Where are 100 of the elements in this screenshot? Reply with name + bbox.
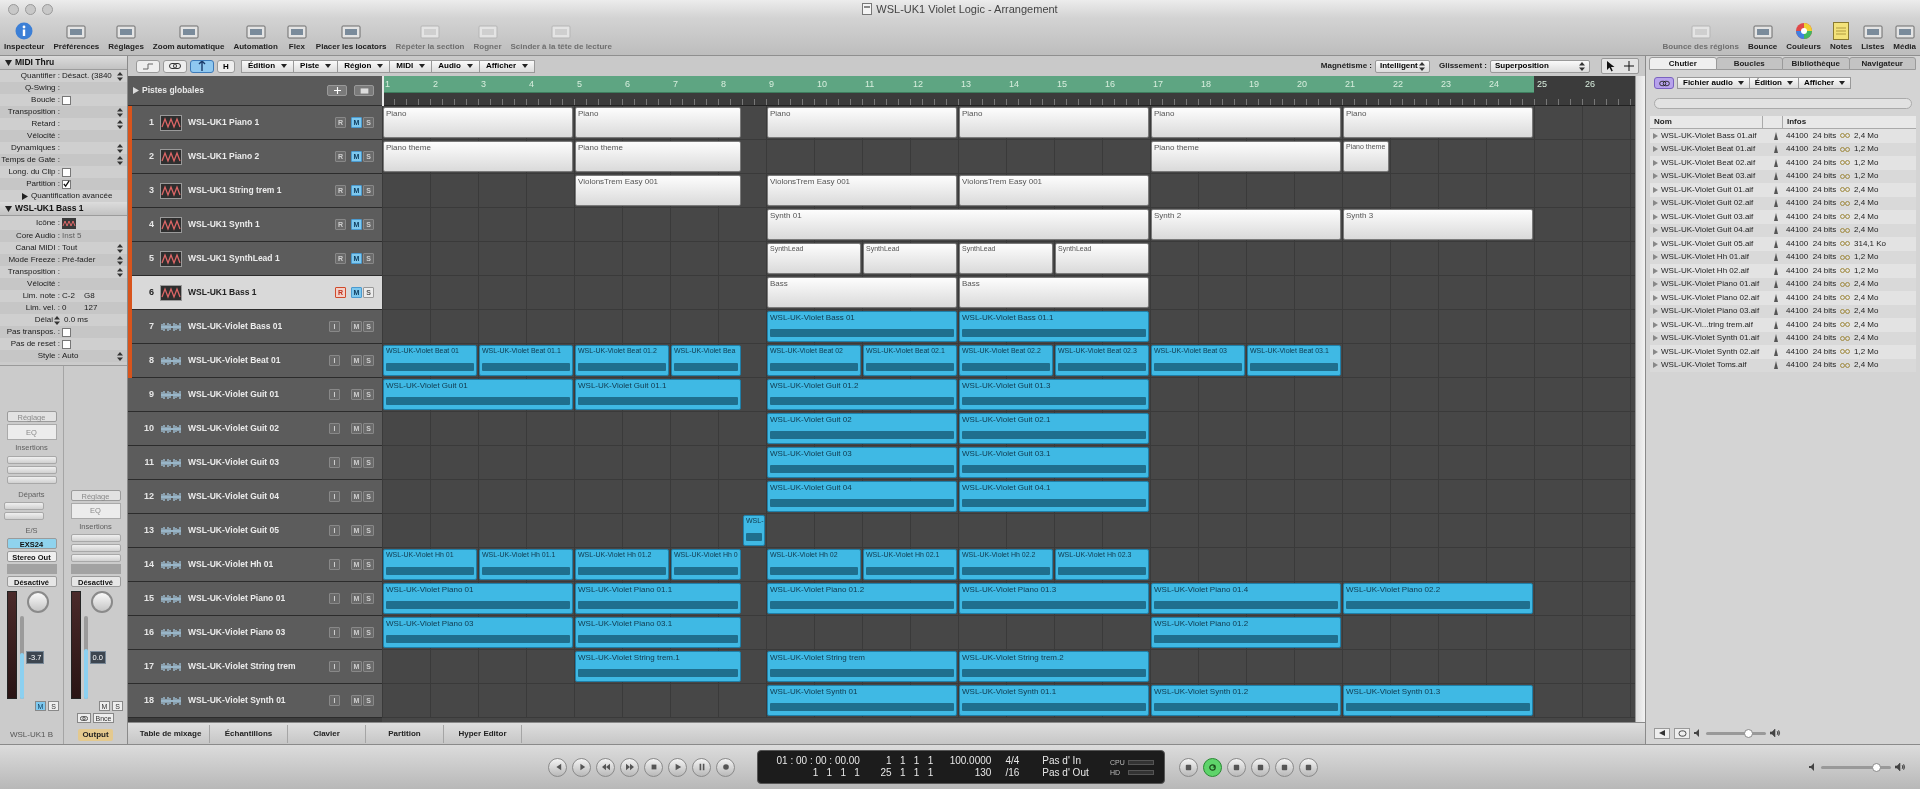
checkbox[interactable]: [62, 167, 71, 177]
transport-button[interactable]: [668, 757, 687, 777]
link-button[interactable]: [1654, 77, 1674, 89]
toggle-button[interactable]: [163, 59, 187, 73]
stepper-arrows-icon[interactable]: [117, 119, 123, 129]
midi-region[interactable]: ViolonsTrem Easy 001: [575, 175, 741, 206]
midi-region[interactable]: ViolonsTrem Easy 001: [767, 175, 957, 206]
transport-button[interactable]: [1275, 757, 1294, 777]
toolbar-button[interactable]: Inspecteur: [4, 22, 45, 53]
cycle-region[interactable]: [382, 76, 1534, 93]
audio-region[interactable]: WSL-UK-Violet Guit 01.1: [575, 379, 741, 410]
toolbar-button[interactable]: Média: [1893, 24, 1916, 53]
audio-region[interactable]: WSL-UK-Violet Bass 01.1: [959, 311, 1149, 342]
stepper-arrows-icon[interactable]: [1419, 61, 1425, 71]
stepper-arrows-icon[interactable]: [117, 243, 123, 253]
field-value[interactable]: Pré-fader: [62, 254, 96, 266]
file-row[interactable]: WSL-UK-Violet Guit 05.aif 44100 24 bits 314,1 Ko: [1650, 237, 1916, 251]
vertical-scrollbar[interactable]: [1635, 76, 1645, 722]
file-row[interactable]: WSL-UK-Violet Beat 02.aif 44100 24 bits 1,2 Mo: [1650, 156, 1916, 170]
menu-button[interactable]: Afficher: [478, 59, 536, 73]
insert-slot[interactable]: [70, 534, 121, 542]
transport-button[interactable]: [1227, 757, 1246, 777]
midi-region[interactable]: Piano: [1343, 107, 1533, 138]
audio-region[interactable]: WSL-UK-Violet Piano 01.2: [767, 583, 957, 614]
stepper-arrows-icon[interactable]: [117, 71, 123, 81]
file-row[interactable]: WSL-UK-Violet Synth 02.aif 44100 24 bits 1,2 Mo: [1650, 345, 1916, 359]
field-value[interactable]: Tout: [62, 242, 78, 254]
audio-region[interactable]: WSL-UK-Violet Guit 04: [767, 481, 957, 512]
toolbar-button[interactable]: Notes: [1829, 22, 1853, 53]
window-control-button[interactable]: [8, 3, 19, 15]
audio-region[interactable]: WSL-UK-Violet Guit 03.1: [959, 447, 1149, 478]
disclosure-triangle-icon[interactable]: [5, 205, 12, 212]
midi-region[interactable]: Piano: [767, 107, 957, 138]
toolbar-button[interactable]: Zoom automatique: [152, 24, 225, 53]
menu-button[interactable]: Fichier audio: [1677, 77, 1750, 89]
menu-button[interactable]: Édition: [1748, 77, 1799, 89]
toolbar-button[interactable]: Couleurs: [1786, 22, 1821, 53]
stepper-arrows-icon[interactable]: [117, 255, 123, 265]
audio-region[interactable]: WSL-UK-Violet Guit 04.1: [959, 481, 1149, 512]
field-value[interactable]: Désact. (3840: [62, 70, 112, 82]
midi-region[interactable]: ViolonsTrem Easy 001: [959, 175, 1149, 206]
stepper-arrows-icon[interactable]: [117, 155, 123, 165]
menu-button[interactable]: Piste: [293, 59, 339, 73]
midi-region[interactable]: Bass: [767, 277, 957, 308]
dropdown[interactable]: Intelligent: [1375, 59, 1430, 73]
file-row[interactable]: WSL-UK-Violet Bass 01.aif 44100 24 bits 2,4 Mo: [1650, 129, 1916, 143]
link-button[interactable]: [76, 713, 91, 723]
toolbar-button[interactable]: Flex: [286, 24, 307, 53]
folder-button[interactable]: [354, 85, 374, 96]
audio-region[interactable]: WSL-UK-Violet Piano 03: [383, 617, 573, 648]
checkbox[interactable]: [62, 95, 71, 105]
menu-button[interactable]: Édition: [241, 59, 295, 73]
menu-button[interactable]: Audio: [431, 59, 480, 73]
disclosure-triangle-icon[interactable]: [22, 192, 28, 200]
transport-button[interactable]: [596, 757, 615, 777]
transport-button[interactable]: [548, 757, 567, 777]
slider-thumb[interactable]: [1871, 762, 1881, 772]
audio-region[interactable]: WSL-UK-Violet Piano 02.2: [1343, 583, 1533, 614]
midi-region[interactable]: Piano: [959, 107, 1149, 138]
midi-region[interactable]: Piano: [1151, 107, 1341, 138]
transport-button[interactable]: [620, 757, 639, 777]
browser-tab[interactable]: Chutier: [1649, 57, 1717, 70]
checkbox[interactable]: [62, 179, 71, 189]
audio-region[interactable]: WSL-UK-Violet Guit 02: [767, 413, 957, 444]
file-row[interactable]: WSL-UK-Violet Guit 03.aif 44100 24 bits 2,4 Mo: [1650, 210, 1916, 224]
insert-slot[interactable]: [70, 554, 121, 562]
transport-button[interactable]: [572, 757, 591, 777]
checkbox[interactable]: [62, 327, 71, 337]
disclosure-triangle-icon[interactable]: [133, 87, 139, 94]
pan-knob[interactable]: [91, 591, 113, 613]
hide-button[interactable]: H: [217, 59, 235, 73]
transport-button[interactable]: [692, 757, 711, 777]
menu-button[interactable]: MIDI: [389, 59, 433, 73]
toolbar-button[interactable]: Réglages: [108, 24, 144, 53]
transport-button[interactable]: [1251, 757, 1270, 777]
insert-slot[interactable]: [6, 455, 57, 464]
search-field[interactable]: [1654, 98, 1912, 109]
audio-region[interactable]: WSL-UK-Violet Guit 01.3: [959, 379, 1149, 410]
audio-region[interactable]: WSL-UK-Violet String trem: [767, 651, 957, 682]
play-button[interactable]: [1654, 727, 1670, 739]
menu-button[interactable]: Afficher: [1797, 77, 1852, 89]
audio-region[interactable]: WSL-UK-Violet Guit 02.1: [959, 413, 1149, 444]
midi-region[interactable]: Piano theme: [1151, 141, 1341, 172]
toggle-button[interactable]: [136, 59, 160, 73]
editor-tab[interactable]: Échantillons: [210, 724, 288, 743]
audio-region[interactable]: WSL-UK-Violet Piano 01.1: [575, 583, 741, 614]
synth-icon[interactable]: [62, 217, 76, 229]
audio-region[interactable]: WSL-UK-Violet Guit 03: [767, 447, 957, 478]
transport-button[interactable]: [644, 757, 663, 777]
toolbar-button[interactable]: Bounce: [1747, 24, 1778, 53]
fader-track[interactable]: [19, 616, 24, 699]
stepper-arrows-icon[interactable]: [117, 267, 123, 277]
column-header[interactable]: Infos: [1783, 116, 1807, 128]
audio-region[interactable]: WSL-UK-Violet String trem.1: [575, 651, 741, 682]
audio-region[interactable]: WSL-UK-Violet String trem.2: [959, 651, 1149, 682]
midi-region[interactable]: Synth 3: [1343, 209, 1533, 240]
audio-region[interactable]: WSL-UK-Violet Piano 01: [383, 583, 573, 614]
audio-region[interactable]: WSL-UK-Violet Guit 01.2: [767, 379, 957, 410]
window-control-button[interactable]: [42, 3, 53, 15]
browser-tab[interactable]: Navigateur: [1848, 57, 1916, 70]
